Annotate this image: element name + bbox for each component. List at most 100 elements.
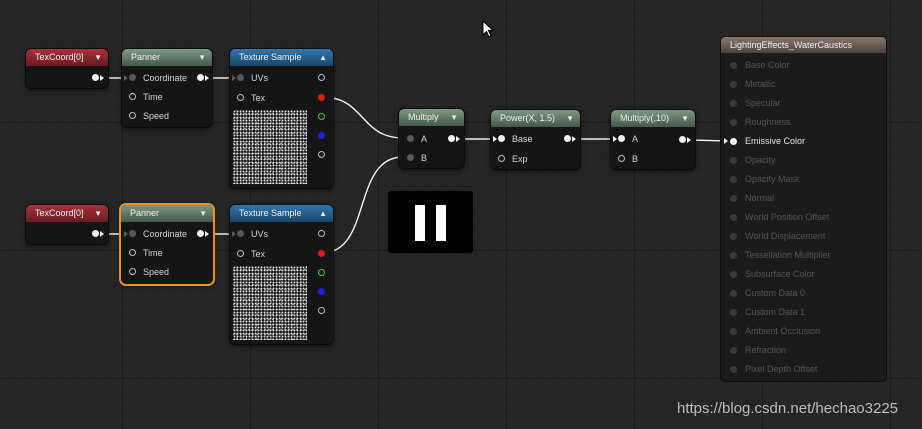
output-pin[interactable] (197, 230, 204, 237)
a-pin[interactable] (618, 135, 625, 142)
coordinate-pin[interactable] (129, 230, 136, 237)
a-pin[interactable] (407, 135, 414, 142)
input-pin[interactable] (730, 81, 737, 88)
panner-node-top-header[interactable]: Panner ▼ (122, 49, 212, 66)
texture-sample-node-top-header[interactable]: Texture Sample ▲ (230, 49, 333, 66)
texture-sample-node-bottom[interactable]: Texture Sample ▲ UVs Tex (230, 205, 333, 344)
node-title: Texture Sample (239, 52, 302, 62)
input-arrow-icon (124, 231, 128, 237)
texture-preview-thumbnail (233, 110, 307, 184)
uvs-pin[interactable] (237, 74, 244, 81)
input-pin[interactable] (730, 347, 737, 354)
input-pin[interactable] (730, 214, 737, 221)
time-pin[interactable] (129, 249, 136, 256)
speed-pin[interactable] (129, 268, 136, 275)
input-pin[interactable] (730, 366, 737, 373)
input-label: Normal (745, 193, 775, 203)
b-pin[interactable] (618, 155, 625, 162)
multiply-10-node-header[interactable]: Multiply(,10) ▼ (611, 110, 695, 127)
input-pin[interactable] (730, 271, 737, 278)
rgb-output-pin[interactable] (318, 230, 325, 237)
coordinate-pin[interactable] (129, 74, 136, 81)
input-arrow-icon (493, 136, 497, 142)
uvs-pin[interactable] (237, 230, 244, 237)
pin-label-exp: Exp (512, 154, 528, 164)
tex-pin[interactable] (237, 94, 244, 101)
rgb-output-pin[interactable] (318, 74, 325, 81)
base-pin[interactable] (498, 135, 505, 142)
texcoord-node-top[interactable]: TexCoord[0] ▼ (26, 49, 108, 88)
blue-output-pin[interactable] (318, 132, 325, 139)
material-output-node[interactable]: LightingEffects_WaterCaustics Base Color… (721, 37, 886, 381)
texture-sample-node-bottom-header[interactable]: Texture Sample ▲ (230, 205, 333, 222)
alpha-output-pin[interactable] (318, 151, 325, 158)
texcoord-node-bottom-header[interactable]: TexCoord[0] ▼ (26, 205, 108, 222)
pin-label-uvs: UVs (251, 229, 269, 239)
alpha-output-pin[interactable] (318, 307, 325, 314)
multiply-node[interactable]: Multiply ▼ A B (399, 109, 464, 168)
input-pin[interactable] (730, 290, 737, 297)
input-label: Opacity (745, 155, 776, 165)
output-pin[interactable] (92, 230, 99, 237)
pause-icon[interactable] (388, 191, 473, 253)
green-output-pin[interactable] (318, 269, 325, 276)
chevron-down-icon[interactable]: ▼ (94, 49, 102, 66)
output-pin[interactable] (679, 136, 686, 143)
output-pin[interactable] (448, 135, 455, 142)
output-arrow-icon (100, 231, 104, 237)
input-label: Pixel Depth Offset (745, 364, 818, 374)
chevron-up-icon[interactable]: ▲ (319, 205, 327, 222)
panner-node-bottom-header[interactable]: Panner ▼ (121, 205, 213, 222)
watermark-text: https://blog.csdn.net/hechao3225 (677, 400, 899, 417)
material-output-node-header[interactable]: LightingEffects_WaterCaustics (721, 37, 886, 53)
red-output-pin[interactable] (318, 250, 325, 257)
time-pin[interactable] (129, 93, 136, 100)
texcoord-node-bottom[interactable]: TexCoord[0] ▼ (26, 205, 108, 244)
chevron-down-icon[interactable]: ▼ (199, 205, 207, 222)
panner-node-bottom[interactable]: Panner ▼ Coordinate Time Speed (121, 205, 213, 284)
chevron-down-icon[interactable]: ▼ (450, 109, 458, 126)
input-pin[interactable] (730, 195, 737, 202)
output-pin[interactable] (197, 74, 204, 81)
input-pin[interactable] (730, 233, 737, 240)
tex-pin[interactable] (237, 250, 244, 257)
input-label: World Position Offset (745, 212, 830, 222)
input-pin[interactable] (730, 328, 737, 335)
chevron-down-icon[interactable]: ▼ (681, 110, 689, 127)
pin-label-b: B (421, 153, 428, 163)
blue-output-pin[interactable] (318, 288, 325, 295)
red-output-pin[interactable] (318, 94, 325, 101)
speed-pin[interactable] (129, 112, 136, 119)
exp-pin[interactable] (498, 155, 505, 162)
input-pin[interactable] (730, 309, 737, 316)
multiply-10-node[interactable]: Multiply(,10) ▼ A B (611, 110, 695, 169)
chevron-down-icon[interactable]: ▼ (198, 49, 206, 66)
input-pin[interactable] (730, 119, 737, 126)
green-output-pin[interactable] (318, 113, 325, 120)
pin-label-a: A (421, 134, 428, 144)
chevron-down-icon[interactable]: ▼ (94, 205, 102, 222)
texture-sample-node-top[interactable]: Texture Sample ▲ UVs Tex (230, 49, 333, 188)
output-pin[interactable] (564, 135, 571, 142)
input-label: Custom Data 1 (745, 307, 806, 317)
output-pin[interactable] (92, 74, 99, 81)
input-pin[interactable] (730, 62, 737, 69)
power-node[interactable]: Power(X, 1.5) ▼ Base Exp (491, 110, 580, 169)
chevron-up-icon[interactable]: ▲ (319, 49, 327, 66)
texcoord-node-top-header[interactable]: TexCoord[0] ▼ (26, 49, 108, 66)
wire-tex-top-multiply-a (321, 96, 404, 139)
panner-node-top[interactable]: Panner ▼ Coordinate Time Speed (122, 49, 212, 127)
pin-label-uvs: UVs (251, 73, 269, 83)
chevron-down-icon[interactable]: ▼ (566, 110, 574, 127)
input-pin[interactable] (730, 100, 737, 107)
input-pin[interactable] (730, 157, 737, 164)
power-node-header[interactable]: Power(X, 1.5) ▼ (491, 110, 580, 127)
pin-label-b: B (632, 154, 639, 164)
multiply-node-header[interactable]: Multiply ▼ (399, 109, 464, 126)
input-pin[interactable] (730, 176, 737, 183)
input-arrow-icon (724, 138, 728, 144)
input-pin[interactable] (730, 252, 737, 259)
b-pin[interactable] (407, 154, 414, 161)
input-pin[interactable] (730, 138, 737, 145)
input-label: Ambient Occlusion (745, 326, 821, 336)
